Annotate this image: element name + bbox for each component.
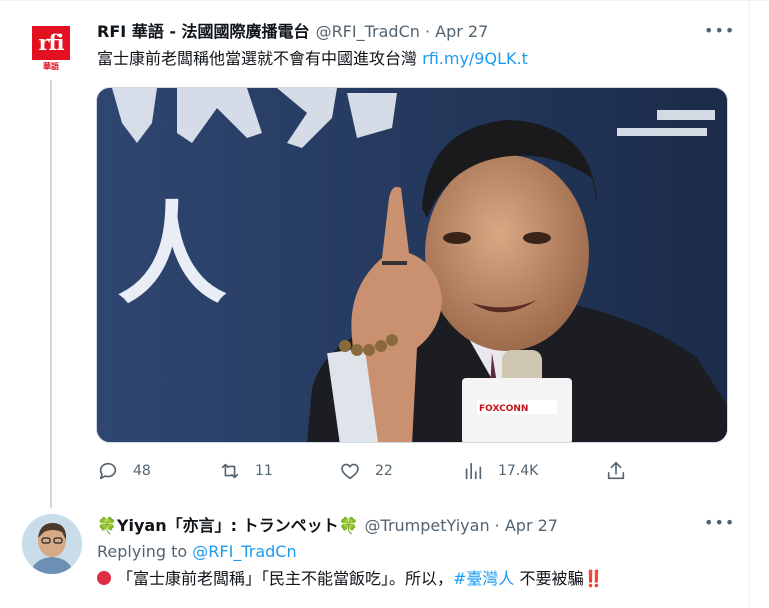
tweet-media-image[interactable]: 人 FOXCONN: [96, 87, 728, 443]
avatar[interactable]: rfi 華語: [30, 26, 72, 71]
share-icon: [607, 461, 625, 480]
retweet-icon: [221, 463, 239, 479]
avatar[interactable]: [22, 514, 82, 574]
rfi-logo-subtitle: 華語: [43, 62, 59, 71]
replying-handle[interactable]: @RFI_TradCn: [192, 542, 296, 561]
retweet-button[interactable]: 11: [219, 458, 273, 484]
tweet-text-part2: 不要被騙: [514, 569, 584, 588]
tweet-header: 🍀Yiyan「亦言」: トランペット🍀 @TrumpetYiyan · Apr 2…: [97, 516, 558, 536]
author-name[interactable]: Yiyan「亦言」: トランペット: [117, 516, 339, 535]
views-button[interactable]: 17.4K: [462, 458, 538, 484]
tweet-rfi[interactable]: rfi 華語 RFI 華語 - 法國國際廣播電台 @RFI_TradCn · Ap…: [0, 0, 749, 508]
tweet-reply[interactable]: 🍀Yiyan「亦言」: トランペット🍀 @TrumpetYiyan · Apr 2…: [0, 494, 749, 608]
tweet-header: RFI 華語 - 法國國際廣播電台 @RFI_TradCn · Apr 27: [97, 22, 488, 42]
tweet-text: 「富士康前老闆稱」「民主不能當飯吃」。所以，#臺灣人 不要被騙‼️: [97, 568, 603, 590]
tweet-actions: 48 11 22 17.4K: [97, 458, 637, 484]
four-leaf-clover-icon: 🍀: [97, 516, 117, 535]
tweet-text: 富士康前老闆稱他當選就不會有中國進攻台灣 rfi.my/9QLK.t: [97, 48, 528, 70]
double-exclamation-icon: ‼️: [583, 569, 604, 588]
more-horizontal-icon[interactable]: •••: [704, 23, 734, 44]
replying-label: Replying to: [97, 542, 188, 561]
mic-logo-text: FOXCONN: [479, 404, 528, 414]
reply-icon: [99, 462, 117, 480]
like-button[interactable]: 22: [339, 458, 393, 484]
share-button[interactable]: [605, 458, 627, 484]
avatar-photo: [22, 514, 82, 574]
views-chart-icon: [465, 462, 482, 480]
photo-man-pointing: 人 FOXCONN: [97, 88, 727, 442]
red-circle-icon: [97, 571, 111, 585]
rfi-logo: rfi: [32, 26, 70, 60]
heart-icon: [341, 463, 359, 480]
four-leaf-clover-icon: 🍀: [338, 516, 359, 535]
author-handle-date[interactable]: @RFI_TradCn · Apr 27: [316, 22, 489, 41]
hashtag[interactable]: #臺灣人: [453, 569, 514, 588]
reply-button[interactable]: 48: [97, 458, 151, 484]
frame-right-border: [749, 0, 750, 608]
tweet-text-content: 富士康前老闆稱他當選就不會有中國進攻台灣: [97, 49, 418, 68]
more-horizontal-icon[interactable]: •••: [704, 515, 734, 536]
replying-to: Replying to @RFI_TradCn: [97, 542, 297, 561]
reply-count: 48: [133, 463, 151, 479]
like-count: 22: [375, 463, 393, 479]
banner-character: 人: [117, 191, 227, 319]
author-name[interactable]: RFI 華語 - 法國國際廣播電台: [97, 22, 310, 41]
retweet-count: 11: [255, 463, 273, 479]
views-count: 17.4K: [498, 463, 539, 479]
tweet-link[interactable]: rfi.my/9QLK.t: [422, 49, 528, 68]
thread-connector: [50, 80, 52, 508]
tweet-text-part1: 「富士康前老闆稱」「民主不能當飯吃」。所以，: [117, 569, 454, 588]
author-handle-date[interactable]: @TrumpetYiyan · Apr 27: [365, 516, 558, 535]
